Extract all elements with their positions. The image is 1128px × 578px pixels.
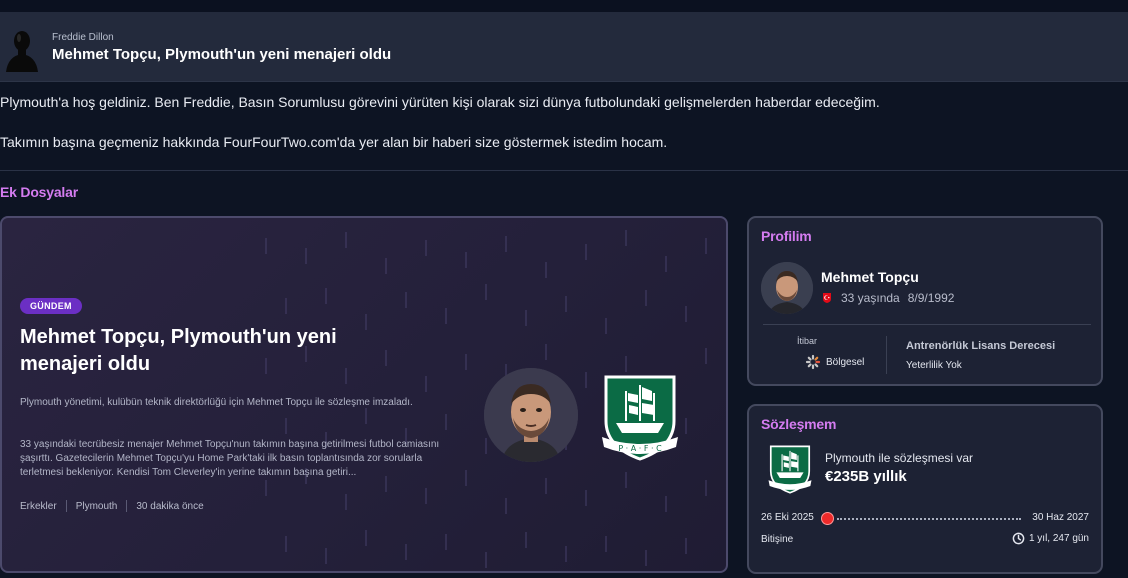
contract-wage: €235B yıllık xyxy=(825,468,907,485)
contract-start-date: 26 Eki 2025 xyxy=(761,512,814,523)
contract-end-label: Bitişine xyxy=(761,534,794,545)
profile-card[interactable]: Profilim Mehmet Topçu 33 yaşında 8/9/199… xyxy=(747,216,1103,386)
sender-avatar[interactable] xyxy=(4,26,40,72)
profile-divider xyxy=(763,324,1091,325)
reputation-dial-icon xyxy=(805,354,821,370)
news-headline: Mehmet Topçu, Plymouth'un yeni menajeri … xyxy=(20,326,337,375)
timeline-current-dot xyxy=(821,512,834,525)
reputation-label: İtibar xyxy=(797,336,818,346)
reputation-text: Bölgesel xyxy=(826,356,865,368)
message-header: Freddie Dillon Mehmet Topçu, Plymouth'un… xyxy=(0,12,1128,82)
manager-portrait xyxy=(484,368,578,462)
news-tag: GÜNDEM xyxy=(20,298,82,314)
contract-club-line: Plymouth ile sözleşmesi var xyxy=(825,451,974,465)
top-strip xyxy=(0,0,1128,12)
meta-separator xyxy=(65,500,67,512)
profile-name: Mehmet Topçu xyxy=(821,269,919,285)
reputation-value: Bölgesel xyxy=(805,354,864,370)
contract-end-date: 30 Haz 2027 xyxy=(1032,512,1089,523)
contract-remaining: 1 yıl, 247 gün xyxy=(1012,532,1089,545)
contract-remaining-text: 1 yıl, 247 gün xyxy=(1028,533,1089,544)
contract-card[interactable]: Sözleşmem Plymouth ile sözleşmesi var €2… xyxy=(747,404,1103,574)
profile-dob: 8/9/1992 xyxy=(907,291,955,305)
timer-icon xyxy=(1012,532,1025,545)
news-meta-club: Plymouth xyxy=(75,500,118,512)
news-detail: 33 yaşındaki tecrübesiz menajer Mehmet T… xyxy=(20,439,440,478)
news-card[interactable]: GÜNDEM Mehmet Topçu, Plymouth'un yeni me… xyxy=(0,216,728,573)
plymouth-crest xyxy=(765,443,815,495)
message-paragraph-1: Plymouth'a hoş geldiniz. Ben Freddie, Ba… xyxy=(0,94,880,110)
contract-title: Sözleşmem xyxy=(761,416,837,432)
news-summary: Plymouth yönetimi, kulübün teknik direkt… xyxy=(20,397,413,408)
crest-shield-icon xyxy=(768,445,812,494)
svg-text:P · A · F · C: P · A · F · C xyxy=(618,444,662,453)
crest-shield-icon: P · A · F · C xyxy=(602,375,678,461)
timeline-track xyxy=(837,518,1021,520)
sender-name[interactable]: Freddie Dillon xyxy=(52,32,114,43)
license-value: Yeterlilik Yok xyxy=(906,360,962,371)
divider xyxy=(0,170,1128,171)
page: Freddie Dillon Mehmet Topçu, Plymouth'un… xyxy=(0,0,1128,578)
person-silhouette-icon xyxy=(6,31,38,72)
profile-avatar xyxy=(761,262,813,314)
meta-separator xyxy=(126,500,128,512)
profile-info: 33 yaşında 8/9/1992 xyxy=(821,291,954,305)
message-title: Mehmet Topçu, Plymouth'un yeni menajeri … xyxy=(52,46,392,63)
turkey-flag-icon xyxy=(823,293,831,303)
plymouth-crest: P · A · F · C xyxy=(596,371,684,463)
news-meta: Erkekler Plymouth 30 dakika önce xyxy=(20,500,204,512)
profile-vertical-divider xyxy=(886,336,887,374)
profile-title: Profilim xyxy=(761,228,812,244)
message-paragraph-2: Takımın başına geçmeniz hakkında FourFou… xyxy=(0,134,668,150)
manager-portrait xyxy=(761,262,813,314)
attachments-title: Ek Dosyalar xyxy=(0,184,78,200)
news-meta-category: Erkekler xyxy=(20,500,57,512)
profile-age: 33 yaşında xyxy=(841,291,900,305)
license-label: Antrenörlük Lisans Derecesi xyxy=(906,340,1056,352)
news-meta-time: 30 dakika önce xyxy=(136,500,204,512)
manager-face xyxy=(484,368,578,462)
